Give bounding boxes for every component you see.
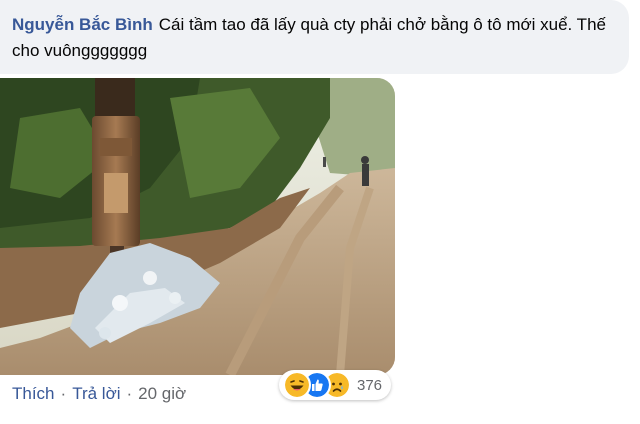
reply-button[interactable]: Trả lời [72,384,120,404]
reactions-summary[interactable]: 376 [279,370,391,400]
comment-actions: Thích · Trả lời · 20 giờ [12,384,186,404]
like-button[interactable]: Thích [12,384,55,404]
comment-timestamp[interactable]: 20 giờ [138,384,186,404]
comment-photo[interactable] [0,78,395,375]
comment-body: Nguyễn Bắc Bình Cái tầm tao đã lấy quà ct… [12,12,612,64]
separator: · [126,384,133,403]
reaction-count: 376 [357,376,383,394]
separator: · [60,384,67,403]
comment-bubble: Nguyễn Bắc Bình Cái tầm tao đã lấy quà ct… [0,0,629,74]
comment-author[interactable]: Nguyễn Bắc Bình [12,15,153,34]
photo-illustration [0,78,395,375]
laugh-emoji-icon [283,371,311,399]
